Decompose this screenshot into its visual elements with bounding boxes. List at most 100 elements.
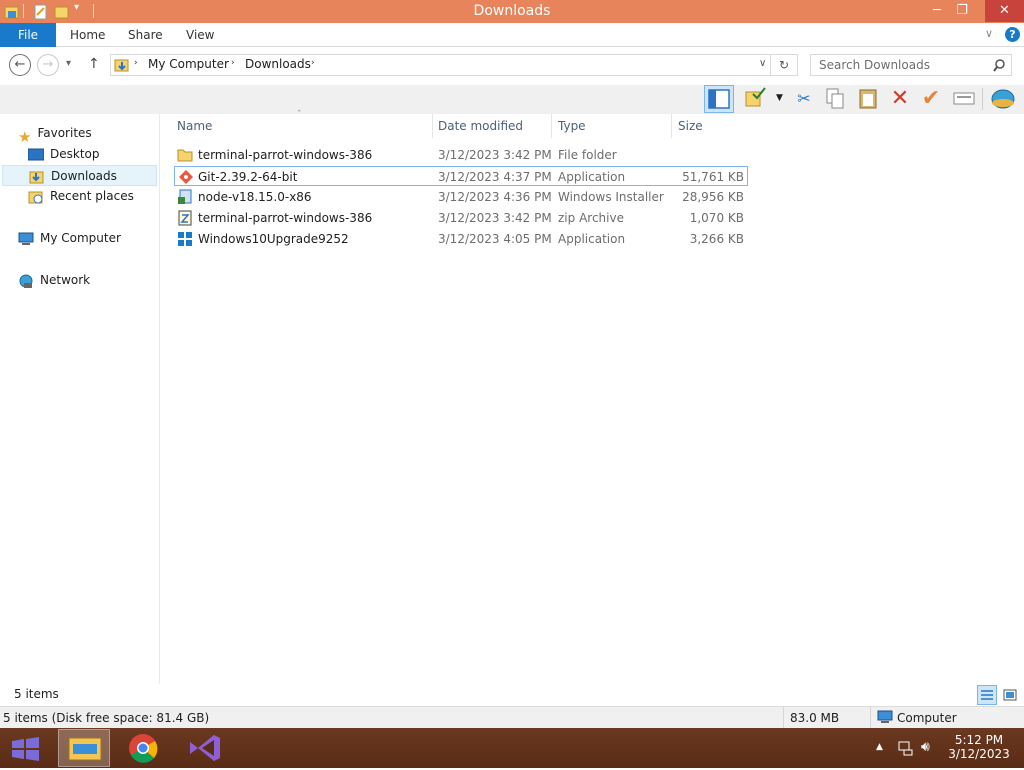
large-icons-view-button[interactable] <box>1001 686 1019 704</box>
new-folder-icon[interactable] <box>54 3 70 19</box>
file-tab[interactable]: File <box>0 23 56 47</box>
maximize-button[interactable]: ❐ <box>947 0 977 22</box>
preview-pane-button[interactable] <box>704 85 734 113</box>
sidebar-item-recent-places[interactable]: Recent places <box>28 186 134 207</box>
file-date: 3/12/2023 4:36 PM <box>438 190 552 204</box>
breadcrumb-my-computer[interactable]: My Computer <box>148 57 229 71</box>
location-zone: Computer <box>897 711 957 725</box>
sidebar-item-network[interactable]: Network <box>18 270 90 291</box>
sidebar-item-label: Recent places <box>50 189 134 203</box>
close-button[interactable]: ✕ <box>985 0 1024 22</box>
file-date: 3/12/2023 4:37 PM <box>438 170 552 184</box>
separator <box>982 88 983 110</box>
separator <box>23 4 24 18</box>
taskbar-chrome[interactable] <box>116 729 170 767</box>
search-input[interactable]: Search Downloads <box>819 58 930 72</box>
properties-icon[interactable] <box>33 3 49 19</box>
file-row[interactable]: terminal-parrot-windows-386 3/12/2023 3:… <box>174 145 748 165</box>
network-globe-icon[interactable] <box>990 86 1016 112</box>
column-divider[interactable] <box>551 114 552 138</box>
back-button[interactable]: ← <box>9 54 31 76</box>
preview-pane-icon <box>708 89 730 109</box>
tab-view[interactable]: View <box>186 23 214 47</box>
sidebar-item-downloads[interactable]: Downloads <box>2 165 157 186</box>
downloads-icon <box>29 171 44 183</box>
title-bar: Downloads <box>0 0 1024 23</box>
rename-check-icon[interactable]: ✔ <box>918 86 944 112</box>
address-bar[interactable]: › My Computer › Downloads › ∨ <box>110 54 771 76</box>
show-hidden-icons[interactable]: ▲ <box>876 742 883 752</box>
file-type: zip Archive <box>558 211 624 225</box>
large-icons-view-icon <box>1003 689 1017 701</box>
volume-icon[interactable]: 🔊︎ <box>921 739 930 755</box>
select-button[interactable] <box>742 86 768 112</box>
column-header-type[interactable]: Type <box>558 119 586 135</box>
column-divider[interactable] <box>432 114 433 138</box>
file-type: File folder <box>558 148 617 162</box>
downloads-folder-icon <box>114 59 129 72</box>
up-button[interactable]: ↑ <box>88 56 100 72</box>
file-row[interactable]: Git-2.39.2-64-bit 3/12/2023 4:37 PM Appl… <box>174 166 748 186</box>
copy-icon[interactable] <box>822 86 848 112</box>
sort-ascending-icon: ˆ <box>297 110 302 120</box>
column-divider[interactable] <box>671 114 672 138</box>
sidebar-item-label: Favorites <box>37 126 92 140</box>
select-dropdown-icon[interactable]: ▼ <box>776 93 783 103</box>
system-clock[interactable]: 5:12 PM 3/12/2023 <box>946 733 1012 761</box>
search-box[interactable]: Search Downloads <box>810 54 1012 76</box>
recent-locations-icon[interactable]: ▾ <box>66 58 71 69</box>
sidebar-item-label: My Computer <box>40 231 121 245</box>
status-bar: 5 items <box>0 684 1024 706</box>
search-icon[interactable] <box>993 59 1006 72</box>
column-header-size[interactable]: Size <box>678 119 703 135</box>
selection-size: 83.0 MB <box>790 711 840 725</box>
breadcrumb-downloads[interactable]: Downloads <box>245 57 311 71</box>
cut-icon[interactable]: ✂ <box>791 86 817 112</box>
sidebar-item-favorites[interactable]: ★ Favorites <box>18 123 92 146</box>
explorer-icon[interactable] <box>4 3 20 19</box>
tab-home[interactable]: Home <box>70 23 105 47</box>
customize-quick-access-icon[interactable]: ▾ <box>74 2 79 13</box>
details-status-bar: 5 items (Disk free space: 81.4 GB) 83.0 … <box>0 706 1024 728</box>
refresh-button[interactable]: ↻ <box>771 54 798 76</box>
taskbar-file-explorer[interactable] <box>58 729 110 767</box>
chrome-icon <box>129 734 158 763</box>
separator <box>93 4 94 18</box>
help-icon[interactable]: ? <box>1005 27 1020 42</box>
file-row[interactable]: node-v18.15.0-x86 3/12/2023 4:36 PM Wind… <box>174 187 748 207</box>
file-name: node-v18.15.0-x86 <box>198 190 312 204</box>
sidebar-item-desktop[interactable]: Desktop <box>28 144 100 165</box>
windows-start-icon <box>12 737 39 761</box>
breadcrumb-chevron-icon[interactable]: › <box>134 58 138 68</box>
file-size: 3,266 KB <box>689 232 744 246</box>
file-date: 3/12/2023 3:42 PM <box>438 211 552 225</box>
expand-ribbon-icon[interactable]: ∨ <box>985 27 993 40</box>
column-header-date[interactable]: Date modified <box>438 119 523 135</box>
recent-places-icon <box>28 191 43 203</box>
computer-icon <box>877 710 893 723</box>
taskbar-visual-studio[interactable] <box>180 729 230 767</box>
file-name: Git-2.39.2-64-bit <box>198 170 298 184</box>
paste-icon[interactable] <box>855 86 881 112</box>
separator <box>870 707 871 728</box>
file-row[interactable]: Windows10Upgrade9252 3/12/2023 4:05 PM A… <box>174 229 748 249</box>
delete-icon[interactable]: ✕ <box>887 86 913 112</box>
start-button[interactable] <box>2 729 48 767</box>
window-title: Downloads <box>473 3 551 19</box>
column-header-name[interactable]: Name <box>177 119 212 135</box>
file-type: Application <box>558 232 626 246</box>
sidebar-item-label: Downloads <box>51 169 117 183</box>
forward-button[interactable]: → <box>37 54 59 76</box>
breadcrumb-chevron-icon[interactable]: › <box>311 58 315 68</box>
address-dropdown-icon[interactable]: ∨ <box>759 58 766 69</box>
network-tray-icon[interactable] <box>898 740 914 756</box>
details-view-button[interactable] <box>977 685 997 705</box>
file-row[interactable]: terminal-parrot-windows-386 3/12/2023 3:… <box>174 208 748 228</box>
network-icon <box>19 274 33 288</box>
file-type: Windows Installer ... <box>558 190 666 204</box>
file-date: 3/12/2023 4:05 PM <box>438 232 552 246</box>
sidebar-item-my-computer[interactable]: My Computer <box>18 228 121 249</box>
tab-share[interactable]: Share <box>128 23 163 47</box>
breadcrumb-chevron-icon[interactable]: › <box>231 58 235 68</box>
properties-button-icon[interactable] <box>951 86 977 112</box>
